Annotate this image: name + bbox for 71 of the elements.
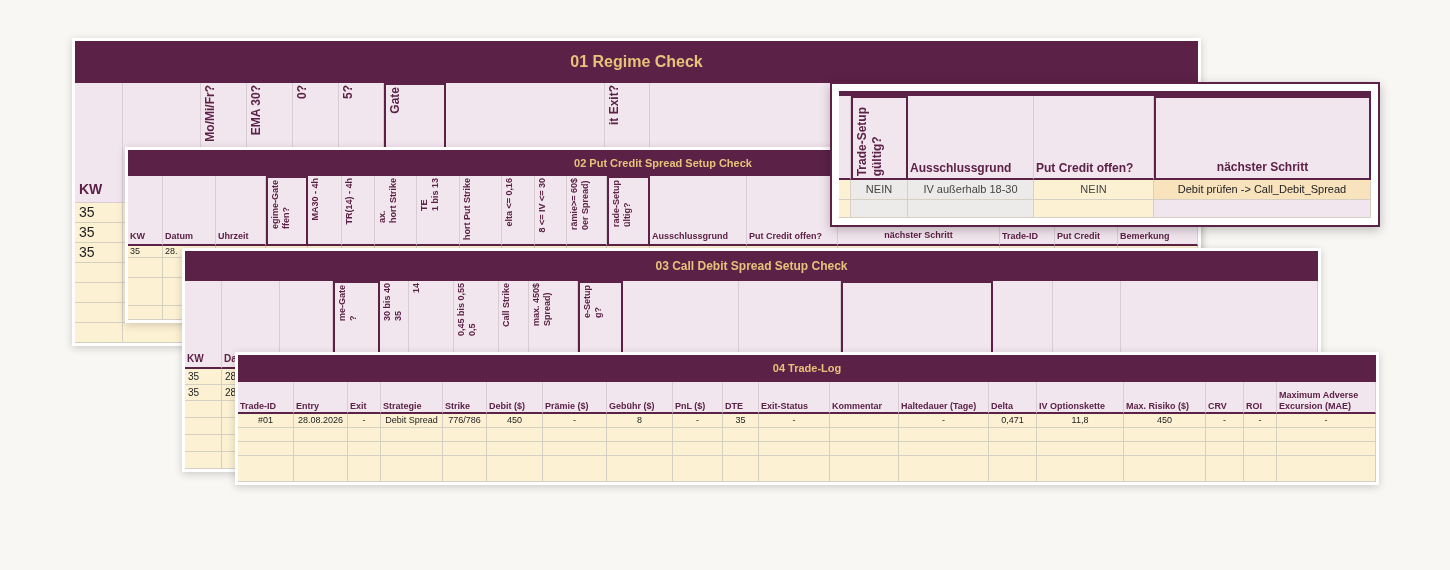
table-cell: -: [543, 414, 607, 428]
table-cell: 35: [75, 223, 123, 243]
table-cell: 35: [185, 385, 222, 401]
table-cell: -: [673, 414, 723, 428]
column-header: Delta: [989, 382, 1037, 414]
column-header: DTE: [723, 382, 759, 414]
column-header: CRV: [1206, 382, 1244, 414]
column-header: Strike: [443, 382, 487, 414]
column-header: KW: [128, 176, 163, 246]
table-cell: 0,471: [989, 414, 1037, 428]
table-cell: 450: [487, 414, 543, 428]
table-cell: 776/786: [443, 414, 487, 428]
column-header: Strategie: [381, 382, 443, 414]
table-cell: -: [1277, 414, 1376, 428]
column-header: Ausschlussgrund: [908, 96, 1034, 180]
table-cell: IV außerhalb 18-30: [908, 180, 1034, 200]
column-header: Uhrzeit: [216, 176, 266, 246]
column-header: ax. hort Strike: [375, 176, 417, 246]
table-cell: NEIN: [1034, 180, 1154, 200]
column-header: rade-Setup ültig?: [607, 176, 650, 246]
table-cell: -: [1244, 414, 1277, 428]
column-header: ROI: [1244, 382, 1277, 414]
column-header: 8 <= IV <= 30: [535, 176, 567, 246]
column-header: Put Credit offen?: [747, 176, 838, 246]
column-header: Trade-Setup gültig?: [851, 96, 908, 180]
table-cell: Debit prüfen -> Call_Debit_Spread: [1154, 180, 1371, 200]
column-header: MA30 - 4h: [308, 176, 342, 246]
column-header: Max. Risiko ($): [1124, 382, 1206, 414]
table-cell: #01: [238, 414, 294, 428]
table-cell: 35: [128, 246, 163, 258]
column-header: nächster Schritt: [1154, 96, 1371, 180]
column-header: IV Optionskette: [1037, 382, 1124, 414]
table-cell: 35: [75, 243, 123, 263]
table-cell: 28.08.2026: [294, 414, 348, 428]
column-header: TE 1 bis 13: [417, 176, 460, 246]
table-cell: -: [1206, 414, 1244, 428]
column-header: rämie>= 60$ 0er Spread): [567, 176, 607, 246]
column-header: Haltedauer (Tage): [899, 382, 989, 414]
column-header: Put Credit offen?: [1034, 96, 1154, 180]
table-cell: 450: [1124, 414, 1206, 428]
column-header: Exit-Status: [759, 382, 830, 414]
column-header: Ausschlussgrund: [650, 176, 747, 246]
table-cell: NEIN: [851, 180, 908, 200]
column-header: KW: [75, 83, 123, 203]
column-header: Trade-ID: [238, 382, 294, 414]
column-header: Datum: [163, 176, 216, 246]
table-cell: -: [759, 414, 830, 428]
column-header: Gebühr ($): [607, 382, 673, 414]
table-cell: Debit Spread: [381, 414, 443, 428]
sheet-title-bar: 01 Regime Check: [75, 41, 1198, 83]
column-header: hort Put Strike: [460, 176, 502, 246]
column-header: Debit ($): [487, 382, 543, 414]
table-cell: 35: [75, 203, 123, 223]
table-cell: -: [348, 414, 381, 428]
column-header: Maximum Adverse Excursion (MAE): [1277, 382, 1376, 414]
column-header: Prämie ($): [543, 382, 607, 414]
table-cell: 35: [723, 414, 759, 428]
column-header: KW: [185, 281, 222, 369]
column-header: elta <= 0,16: [502, 176, 535, 246]
sheet-title-bar: 03 Call Debit Spread Setup Check: [185, 251, 1318, 281]
sheet-title-bar: 04 Trade-Log: [238, 355, 1376, 382]
column-header: Entry: [294, 382, 348, 414]
column-header: egime-Gate ffen?: [266, 176, 308, 246]
column-header: PnL ($): [673, 382, 723, 414]
column-header: Kommentar: [830, 382, 899, 414]
column-header: Exit: [348, 382, 381, 414]
table-cell: 11,8: [1037, 414, 1124, 428]
table-cell: 8: [607, 414, 673, 428]
column-header: TR(14) - 4h: [342, 176, 375, 246]
table-cell: -: [899, 414, 989, 428]
table-cell: 35: [185, 369, 222, 385]
